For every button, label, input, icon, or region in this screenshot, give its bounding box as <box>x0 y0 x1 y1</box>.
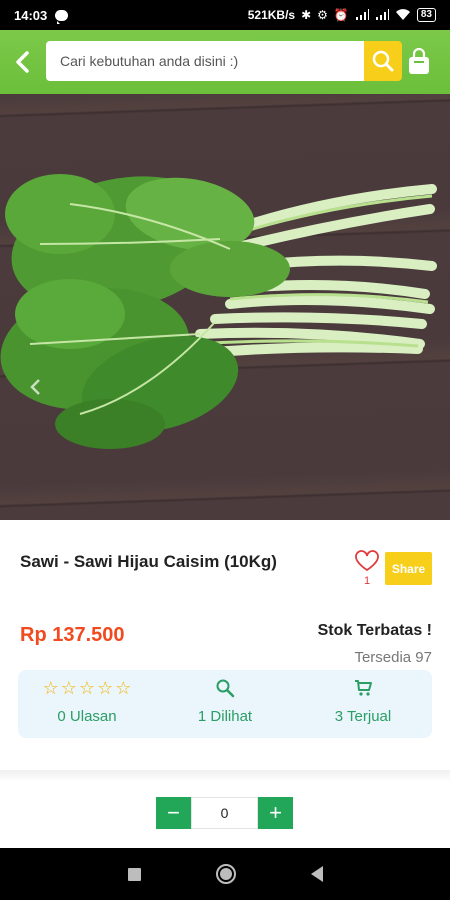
reviews-label: 0 Ulasan <box>57 708 117 725</box>
star-icon: ☆ <box>115 678 132 698</box>
sold-label: 3 Terjual <box>334 708 392 725</box>
product-image[interactable] <box>0 94 450 520</box>
app-header <box>0 30 450 94</box>
system-navigation-bar <box>0 848 450 900</box>
cart-icon <box>355 680 372 696</box>
search-icon <box>372 50 394 72</box>
product-stats: ☆ ☆ ☆ ☆ ☆ 0 Ulasan 1 Dilihat 3 Terjual <box>18 670 432 738</box>
available-stock: Tersedia 97 <box>354 649 432 666</box>
star-icon: ☆ <box>97 678 114 698</box>
rating-stars: ☆ ☆ ☆ ☆ ☆ <box>43 678 132 698</box>
chevron-left-icon <box>30 379 40 395</box>
recent-apps-button[interactable] <box>127 867 141 881</box>
previous-image-button[interactable] <box>22 374 48 400</box>
signal-icon <box>355 9 369 20</box>
message-notification-icon <box>55 9 69 24</box>
star-icon: ☆ <box>42 678 59 698</box>
section-divider <box>0 770 450 782</box>
heart-icon <box>355 550 379 572</box>
alarm-icon: ⏰ <box>333 8 349 22</box>
favorite-count: 1 <box>363 575 371 587</box>
status-time: 14:03 <box>14 7 48 23</box>
search-button[interactable] <box>364 41 402 81</box>
system-back-button[interactable] <box>310 866 323 882</box>
signal-icon <box>375 9 389 20</box>
status-bar: 14:03 521KB/s ✱ ⚙ ⏰ 83 <box>0 0 450 30</box>
shopping-bag-button[interactable] <box>404 44 434 80</box>
reviews-stat[interactable]: ☆ ☆ ☆ ☆ ☆ 0 Ulasan <box>18 670 156 738</box>
chevron-left-icon <box>16 51 29 73</box>
sold-stat: 3 Terjual <box>294 670 432 738</box>
decrease-quantity-button[interactable]: − <box>156 797 191 829</box>
stock-status: Stok Terbatas ! <box>317 622 432 639</box>
share-button[interactable]: Share <box>385 552 432 585</box>
product-price: Rp 137.500 <box>20 624 125 646</box>
network-speed: 521KB/s <box>247 8 296 22</box>
vegetable-photo <box>0 174 437 449</box>
back-button[interactable] <box>0 30 44 94</box>
star-icon: ☆ <box>78 678 96 698</box>
star-icon: ☆ <box>60 678 77 698</box>
home-button[interactable] <box>215 864 236 884</box>
favorite-button[interactable]: 1 <box>352 550 382 587</box>
magnifier-icon <box>216 679 235 698</box>
quantity-stepper: − + <box>156 797 293 829</box>
views-stat: 1 Dilihat <box>156 670 294 738</box>
increase-quantity-button[interactable]: + <box>258 797 293 829</box>
views-label: 1 Dilihat <box>197 708 253 725</box>
search-input[interactable] <box>46 41 364 81</box>
quantity-input[interactable] <box>191 797 258 829</box>
shopping-bag-icon <box>409 48 429 74</box>
battery-icon: 83 <box>416 8 436 22</box>
wifi-icon <box>395 9 410 20</box>
bluetooth-icon: ✱ <box>301 8 312 22</box>
product-title: Sawi - Sawi Hijau Caisim (10Kg) <box>20 552 277 571</box>
settings-icon: ⚙ <box>317 8 328 22</box>
